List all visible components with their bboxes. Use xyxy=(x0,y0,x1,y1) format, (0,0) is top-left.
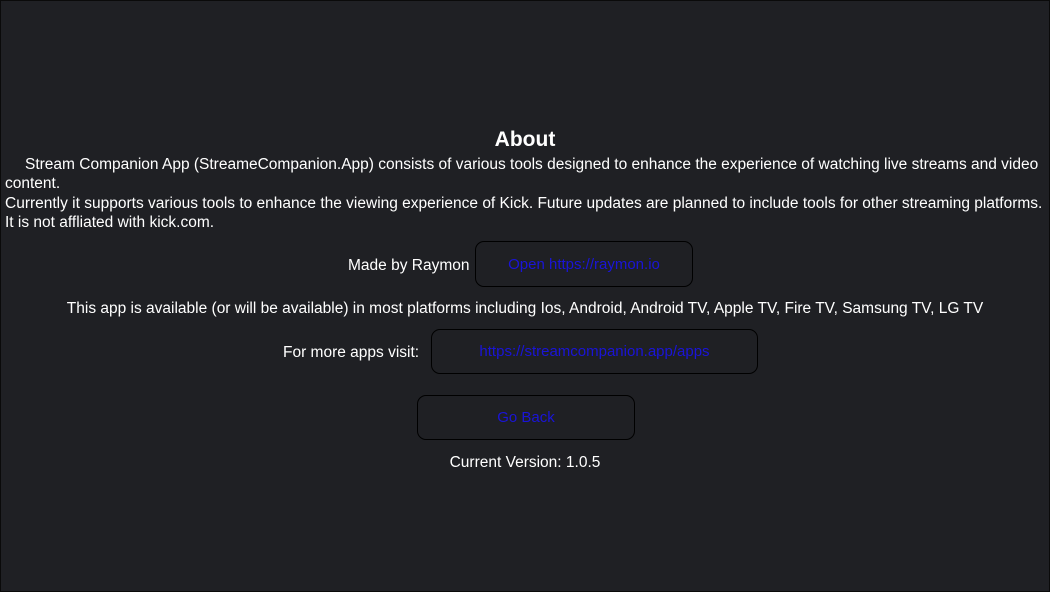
more-apps-label: For more apps visit: xyxy=(283,344,420,361)
about-description: Stream Companion App (StreameCompanion.A… xyxy=(5,156,1039,192)
about-screen: About Stream Companion App (StreameCompa… xyxy=(0,0,1050,592)
more-apps-button[interactable]: https://streamcompanion.app/apps xyxy=(431,329,758,374)
open-website-button[interactable]: Open https://raymon.io xyxy=(475,241,693,287)
made-by-label: Made by Raymon xyxy=(348,257,470,274)
about-platform-note: Currently it supports various tools to e… xyxy=(5,195,1043,231)
version-text: Current Version: 1.0.5 xyxy=(449,454,601,471)
go-back-button[interactable]: Go Back xyxy=(417,395,635,440)
page-title: About xyxy=(494,128,556,151)
platforms-text: This app is available (or will be availa… xyxy=(66,300,984,317)
